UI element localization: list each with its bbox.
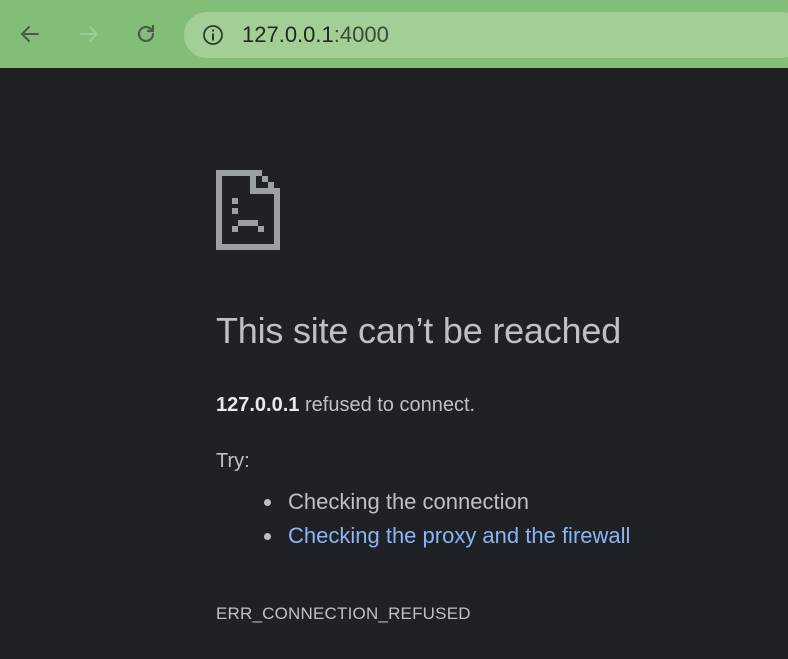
page-title: This site can’t be reached <box>216 310 622 351</box>
bullet <box>264 499 271 506</box>
error-message: 127.0.0.1 refused to connect. <box>216 394 475 417</box>
url-host: 127.0.0.1 <box>242 22 334 47</box>
back-button[interactable] <box>14 18 46 50</box>
suggestion-link-text[interactable]: Checking the proxy and the firewall <box>288 523 630 548</box>
sad-page-icon <box>216 170 280 250</box>
error-host: 127.0.0.1 <box>216 394 300 416</box>
error-code: ERR_CONNECTION_REFUSED <box>216 604 471 623</box>
url-text[interactable]: 127.0.0.1:4000 <box>242 22 389 48</box>
error-message-text: refused to connect. <box>299 394 476 416</box>
browser-toolbar: 127.0.0.1:4000 <box>0 0 788 68</box>
suggestion-check-proxy-firewall-link[interactable]: Checking the proxy and the firewall <box>262 520 630 554</box>
arrow-left-icon <box>21 26 39 42</box>
browser-window: 127.0.0.1:4000 This site can’t be reache… <box>0 0 788 659</box>
address-bar[interactable]: 127.0.0.1:4000 <box>184 12 788 58</box>
info-icon[interactable] <box>202 24 224 46</box>
url-port: :4000 <box>333 22 389 47</box>
forward-button[interactable] <box>73 18 105 50</box>
arrow-right-icon <box>80 26 98 42</box>
suggestion-check-connection: Checking the connection <box>262 486 630 520</box>
bullet <box>264 533 271 540</box>
reload-button[interactable] <box>130 18 162 50</box>
suggestion-text: Checking the connection <box>288 489 529 514</box>
reload-icon <box>137 24 155 43</box>
try-label: Try: <box>216 450 250 472</box>
suggestion-list: Checking the connection Checking the pro… <box>262 486 630 554</box>
